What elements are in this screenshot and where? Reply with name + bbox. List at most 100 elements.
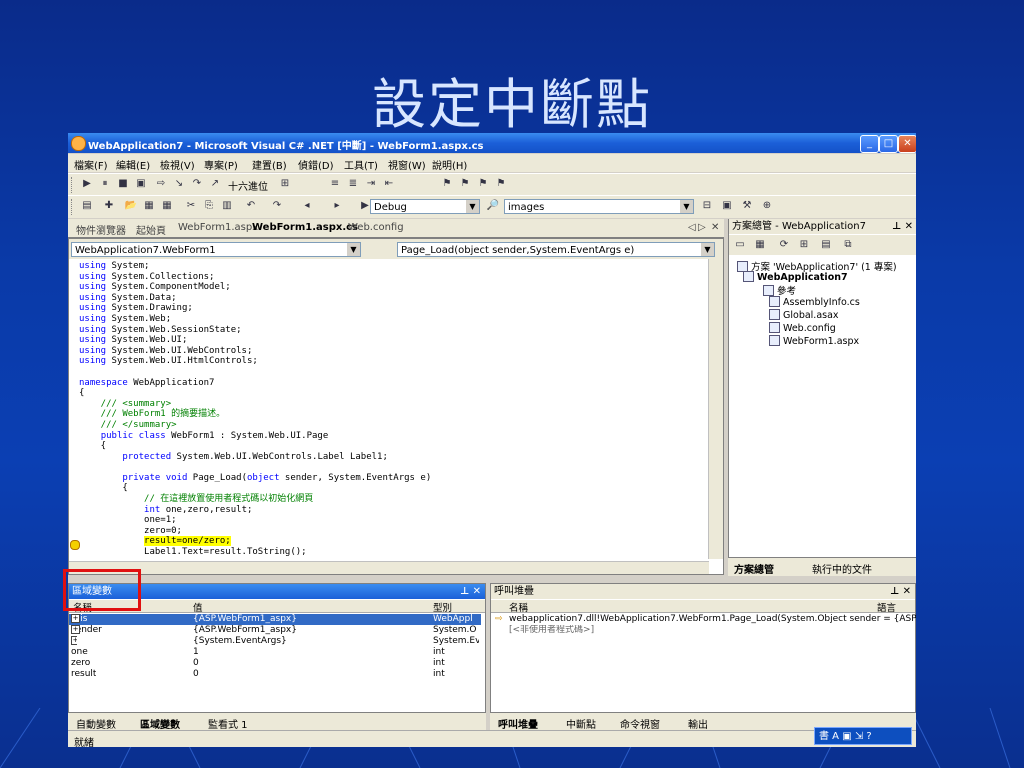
locals-value-cell[interactable]: {ASP.WebForm1_aspx}	[193, 614, 429, 625]
pin-close-icons[interactable]: ⊥ ✕	[460, 584, 481, 599]
locals-value-cell[interactable]: 0	[193, 669, 429, 680]
code-line[interactable]: public class WebForm1 : System.Web.UI.Pa…	[79, 431, 709, 442]
save-icon[interactable]: ▦	[142, 200, 156, 212]
tab-running-documents[interactable]: 執行中的文件	[812, 561, 872, 576]
code-line[interactable]: using System.Collections;	[79, 272, 709, 283]
code-line[interactable]: using System.Drawing;	[79, 303, 709, 314]
step-into-icon[interactable]: ↘	[172, 178, 186, 190]
code-line[interactable]: result=one/zero;	[79, 536, 709, 547]
window-titlebar[interactable]: WebApplication7 - Microsoft Visual C# .N…	[68, 133, 916, 153]
code-line[interactable]: using System.Web;	[79, 314, 709, 325]
menu-project[interactable]: 專案(P)	[204, 157, 238, 172]
locals-row[interactable]: +this {ASP.WebForm1_aspx} WebAppl	[69, 614, 481, 625]
copy-icon[interactable]: ⎘	[202, 200, 216, 212]
toolbox-icon[interactable]: ⚒	[740, 200, 754, 212]
code-line[interactable]	[79, 367, 709, 378]
member-select[interactable]: Page_Load(object sender,System.EventArgs…	[397, 242, 715, 257]
step-out-icon[interactable]: ↗	[208, 178, 222, 190]
locals-value-cell[interactable]: {ASP.WebForm1_aspx}	[193, 625, 429, 636]
tree-item-global-asax[interactable]: Global.asax	[769, 309, 839, 321]
code-line[interactable]: {	[79, 388, 709, 399]
code-line[interactable]: namespace WebApplication7	[79, 378, 709, 389]
locals-row[interactable]: result 0 int	[69, 669, 481, 680]
tab-watch-1[interactable]: 監看式 1	[208, 716, 248, 731]
tab-webform1-aspx-cs[interactable]: WebForm1.aspx.cs	[252, 222, 358, 233]
paste-icon[interactable]: ▥	[220, 200, 234, 212]
menu-build[interactable]: 建置(B)	[252, 157, 287, 172]
redo-icon[interactable]: ↷	[270, 200, 284, 212]
save-all-icon[interactable]: ▦	[160, 200, 174, 212]
code-line[interactable]: Label1.Text=result.ToString();	[79, 547, 709, 558]
pin-close-icons[interactable]: ⊥ ✕	[890, 584, 911, 599]
add-item-icon[interactable]: ✚	[102, 200, 116, 212]
stop-icon[interactable]: ■	[116, 178, 130, 190]
editor-gutter[interactable]	[69, 261, 80, 571]
solution-explorer-icon[interactable]: ⊟	[700, 200, 714, 212]
code-line[interactable]: using System.Web.SessionState;	[79, 325, 709, 336]
tree-item-assemblyinfo[interactable]: AssemblyInfo.cs	[769, 296, 860, 308]
code-line[interactable]: using System.ComponentModel;	[79, 282, 709, 293]
tab-web-config[interactable]: Web.config	[348, 222, 404, 233]
menu-file[interactable]: 檔案(F)	[74, 157, 108, 172]
hex-display-button[interactable]: 十六進位	[228, 178, 268, 193]
locals-row[interactable]: +e {System.EventArgs} System.Ev	[69, 636, 481, 647]
code-line[interactable]	[79, 462, 709, 473]
maximize-button[interactable]: □	[879, 135, 898, 153]
code-line[interactable]: {	[79, 483, 709, 494]
locals-row[interactable]: zero 0 int	[69, 658, 481, 669]
tab-scroll-left-icon[interactable]: ◁	[688, 222, 696, 233]
code-line[interactable]: /// </summary>	[79, 420, 709, 431]
call-stack-col-name[interactable]: 名稱	[509, 600, 528, 614]
code-line[interactable]: // 在這裡放置使用者程式碼以初始化網頁	[79, 494, 709, 505]
restart-icon[interactable]: ▣	[134, 178, 148, 190]
menu-edit[interactable]: 編輯(E)	[116, 157, 150, 172]
class-select[interactable]: WebApplication7.WebForm1 ▼	[71, 242, 361, 257]
locals-row[interactable]: one 1 int	[69, 647, 481, 658]
refresh-icon[interactable]: ⟳	[777, 239, 791, 251]
bookmark-icon[interactable]: ⚑	[440, 178, 454, 190]
breakpoints-icon[interactable]: ⊞	[278, 178, 292, 190]
view-designer-icon[interactable]: ▦	[753, 239, 767, 251]
find-combo[interactable]: images ▼	[504, 199, 694, 214]
tab-breakpoints[interactable]: 中斷點	[566, 716, 596, 731]
code-line[interactable]: protected System.Web.UI.WebControls.Labe…	[79, 452, 709, 463]
properties-icon[interactable]: ▤	[819, 239, 833, 251]
tab-object-browser[interactable]: 物件瀏覽器	[76, 222, 126, 237]
code-line[interactable]: using System.Web.UI.HtmlControls;	[79, 356, 709, 367]
menu-tools[interactable]: 工具(T)	[344, 157, 378, 172]
tree-item-web-config[interactable]: Web.config	[769, 322, 836, 334]
tab-call-stack[interactable]: 呼叫堆疊	[498, 716, 538, 731]
code-editor[interactable]: WebApplication7.WebForm1 ▼ Page_Load(obj…	[68, 238, 724, 575]
code-line[interactable]: using System;	[79, 261, 709, 272]
code-line[interactable]: one=1;	[79, 515, 709, 526]
tree-item-references[interactable]: 參考	[763, 283, 796, 297]
tab-solution-explorer[interactable]: 方案總管	[734, 561, 774, 576]
call-stack-frame[interactable]: ⇨ webapplication7.dll!WebApplication7.We…	[495, 614, 916, 625]
class-view-icon[interactable]: ⊕	[760, 200, 774, 212]
prev-bookmark-icon[interactable]: ⚑	[476, 178, 490, 190]
project-node[interactable]: WebApplication7	[743, 271, 848, 283]
locals-value-cell[interactable]: 0	[193, 658, 429, 669]
copy-project-icon[interactable]: ⧉	[841, 239, 855, 251]
menu-debug[interactable]: 偵錯(D)	[298, 157, 334, 172]
locals-col-value[interactable]: 值	[193, 600, 203, 614]
open-file-icon[interactable]: 📂	[124, 200, 138, 212]
code-line[interactable]: /// <summary>	[79, 399, 709, 410]
continue-icon[interactable]: ▶	[80, 178, 94, 190]
break-all-icon[interactable]: ⏸	[98, 178, 112, 190]
locals-col-type[interactable]: 型別	[433, 600, 452, 614]
expand-icon[interactable]: +	[71, 625, 80, 634]
expand-icon[interactable]: +	[71, 614, 80, 623]
properties-icon[interactable]: ▣	[720, 200, 734, 212]
menu-view[interactable]: 檢視(V)	[160, 157, 195, 172]
expand-icon[interactable]: +	[71, 636, 77, 645]
code-line[interactable]: using System.Web.UI;	[79, 335, 709, 346]
indent-icon[interactable]: ⇥	[364, 178, 378, 190]
locals-value-cell[interactable]: {System.EventArgs}	[193, 636, 429, 647]
locals-row[interactable]: + sender {ASP.WebForm1_aspx} System.O	[69, 625, 481, 636]
editor-vertical-scrollbar[interactable]	[708, 259, 723, 559]
menu-help[interactable]: 說明(H)	[432, 157, 467, 172]
uncomment-icon[interactable]: ≣	[346, 178, 360, 190]
code-area[interactable]: using System; using System.Collections; us…	[79, 261, 709, 571]
outdent-icon[interactable]: ⇤	[382, 178, 396, 190]
